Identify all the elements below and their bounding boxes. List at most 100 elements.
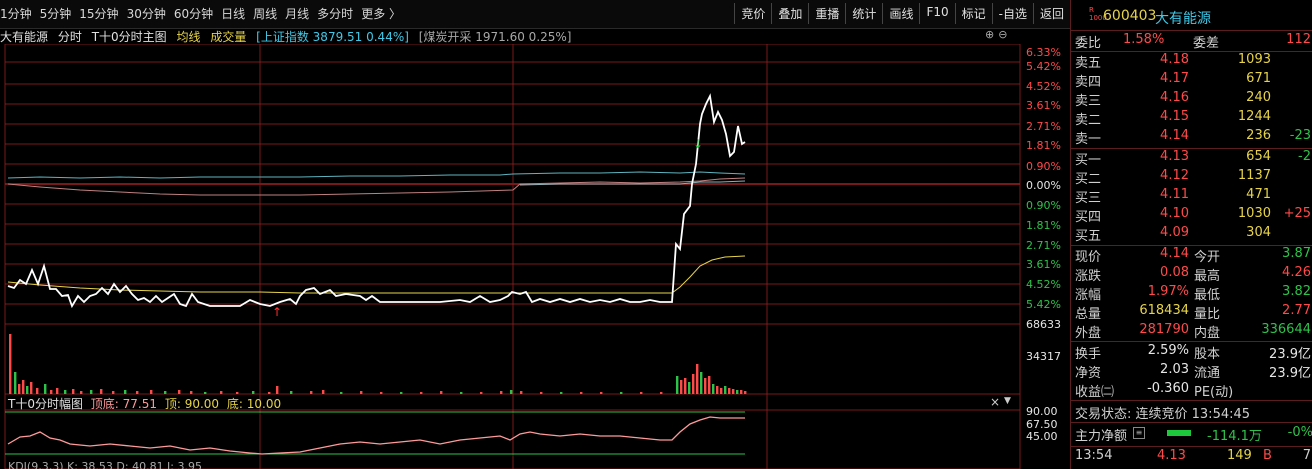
chart-header-controls: ⊕ ⊖ bbox=[985, 28, 1015, 42]
avg-price-line bbox=[7, 255, 746, 294]
stats-label: 换手 bbox=[1075, 347, 1102, 362]
tool-button[interactable]: 画线 bbox=[882, 3, 919, 24]
volume-bar bbox=[22, 380, 25, 394]
bid-volume: 304 bbox=[1246, 225, 1271, 240]
time-grid bbox=[259, 44, 768, 469]
mode-label[interactable]: 分时 bbox=[58, 30, 82, 44]
main-flow-row[interactable]: 主力净额 ≡ -114.1万 -0% bbox=[1075, 425, 1312, 444]
volume-bar bbox=[744, 391, 747, 394]
flow-bar bbox=[1167, 430, 1191, 436]
period-tab[interactable]: 1分钟 bbox=[0, 5, 32, 22]
volume-bar bbox=[724, 386, 727, 394]
price-axis-label: 0.90% bbox=[1026, 160, 1061, 173]
volume-bar bbox=[680, 380, 683, 394]
avg-line-label: 均线 bbox=[176, 30, 201, 44]
stats-table: 换手 2.59% 股本 23.9亿 净资 2.03 流通 23.9亿 收益㈡ -0.360 PE(动… bbox=[1071, 343, 1312, 400]
close-indicator-icon[interactable]: × bbox=[990, 395, 1000, 409]
zoom-icon[interactable]: ⊖ bbox=[998, 28, 1007, 41]
stats-label: PE(动) bbox=[1194, 385, 1234, 400]
period-tab[interactable]: 日线 bbox=[221, 5, 245, 22]
index-overlay-line bbox=[7, 171, 746, 179]
indicator-axis-label: 90.00 bbox=[1026, 405, 1058, 418]
tool-button[interactable]: 叠加 bbox=[771, 3, 808, 24]
volume-bar bbox=[688, 382, 691, 394]
volume-bar bbox=[100, 389, 103, 394]
tool-button[interactable]: 返回 bbox=[1032, 3, 1070, 24]
main-flow-value: -114.1万 bbox=[1207, 429, 1262, 444]
price-axis-label: 1.81% bbox=[1026, 219, 1061, 232]
tool-button[interactable]: 重播 bbox=[808, 3, 845, 24]
bid-label: 买四 bbox=[1075, 210, 1102, 225]
indicator-bottom-label: 顶底: 77.51 bbox=[90, 397, 158, 411]
chart-header: 大有能源 分时 T十0分时主图 均线 成交量 [上证指数 3879.51 0.4… bbox=[0, 28, 1070, 44]
quote-value: 2.77 bbox=[1282, 303, 1311, 318]
bid-change: -2 bbox=[1298, 149, 1311, 164]
volume-bar bbox=[14, 372, 17, 394]
quote-label: 外盘 bbox=[1075, 326, 1102, 341]
period-tab[interactable]: 月线 bbox=[285, 5, 309, 22]
plus-icon[interactable]: ⊕ bbox=[985, 28, 994, 41]
tool-button[interactable]: -自选 bbox=[991, 3, 1033, 24]
quote-label: 涨跌 bbox=[1075, 269, 1102, 284]
tool-button[interactable]: F10 bbox=[919, 3, 954, 24]
period-tab[interactable]: 60分钟 bbox=[174, 5, 213, 22]
bid-label: 买五 bbox=[1075, 229, 1102, 244]
quote-row: 总量 618434 量比 2.77 bbox=[1071, 303, 1312, 322]
quote-label: 今开 bbox=[1194, 250, 1221, 265]
quote-label: 现价 bbox=[1075, 250, 1102, 265]
volume-bar bbox=[80, 391, 83, 394]
period-tab[interactable]: 多分时 bbox=[317, 5, 353, 22]
volume-bar bbox=[220, 391, 223, 394]
tool-button[interactable]: 竞价 bbox=[734, 3, 771, 24]
quote-value: 0.08 bbox=[1160, 265, 1189, 280]
quote-value: 1.97% bbox=[1147, 284, 1189, 299]
volume-bar bbox=[380, 392, 383, 394]
ask-price: 4.15 bbox=[1160, 109, 1189, 124]
collapse-indicator-icon[interactable]: ▼ bbox=[1004, 396, 1011, 406]
tick-row: 13:54 4.13 149 B 7 bbox=[1075, 448, 1311, 463]
quote-table: 现价 4.14 今开 3.87 涨跌 0.08 最高 4.26 涨幅 1.97% 最低 3.82 总量 6… bbox=[1071, 246, 1312, 341]
volume-bar bbox=[64, 390, 67, 394]
quote-row: 外盘 281790 内盘 336644 bbox=[1071, 322, 1312, 341]
tool-button[interactable]: 统计 bbox=[845, 3, 882, 24]
volume-bar bbox=[460, 392, 463, 394]
bid-label: 买一 bbox=[1075, 153, 1102, 168]
quote-value: 3.87 bbox=[1282, 246, 1311, 261]
volume-bar bbox=[720, 388, 723, 394]
volume-bar bbox=[56, 388, 59, 394]
ask-row: 卖三 4.16 240 bbox=[1071, 90, 1312, 109]
bid-change: +25 bbox=[1283, 206, 1311, 221]
price-axis-label: 5.42% bbox=[1026, 60, 1061, 73]
ask-price: 4.14 bbox=[1160, 128, 1189, 143]
price-axis-label: 4.52% bbox=[1026, 80, 1061, 93]
volume-bar bbox=[150, 390, 153, 394]
stock-name-panel: 大有能源 bbox=[1155, 11, 1211, 27]
ask-label: 卖四 bbox=[1075, 75, 1102, 90]
volume-bar bbox=[692, 374, 695, 394]
period-tab[interactable]: 更多 〉 bbox=[361, 5, 401, 22]
stats-label: 净资 bbox=[1075, 366, 1102, 381]
doc-icon[interactable]: ≡ bbox=[1133, 427, 1145, 439]
bid-price: 4.13 bbox=[1160, 149, 1189, 164]
quote-label: 最高 bbox=[1194, 269, 1221, 284]
period-tab[interactable]: 15分钟 bbox=[79, 5, 118, 22]
quote-row: 现价 4.14 今开 3.87 bbox=[1071, 246, 1312, 265]
indicator-title[interactable]: T十0分时幅图 bbox=[8, 397, 83, 411]
volume-bar bbox=[36, 388, 39, 394]
ask-row: 卖五 4.18 1093 bbox=[1071, 52, 1312, 71]
volume-bar bbox=[18, 384, 21, 394]
period-tab[interactable]: 周线 bbox=[253, 5, 277, 22]
volume-bar bbox=[136, 391, 139, 394]
volume-bar bbox=[276, 386, 279, 394]
tool-button[interactable]: 标记 bbox=[954, 3, 992, 24]
period-tab[interactable]: 30分钟 bbox=[127, 5, 166, 22]
bid-volume: 471 bbox=[1246, 187, 1271, 202]
price-axis-label: 5.42% bbox=[1026, 298, 1061, 311]
volume-bar bbox=[480, 392, 483, 394]
price-axis-label: 3.61% bbox=[1026, 258, 1061, 271]
bid-row: 买五 4.09 304 bbox=[1071, 225, 1312, 244]
period-tab[interactable]: 5分钟 bbox=[40, 5, 72, 22]
main-chart-label[interactable]: T十0分时主图 bbox=[92, 30, 167, 44]
volume-axis-label: 68633 bbox=[1026, 318, 1061, 331]
volume-bar bbox=[728, 388, 731, 394]
